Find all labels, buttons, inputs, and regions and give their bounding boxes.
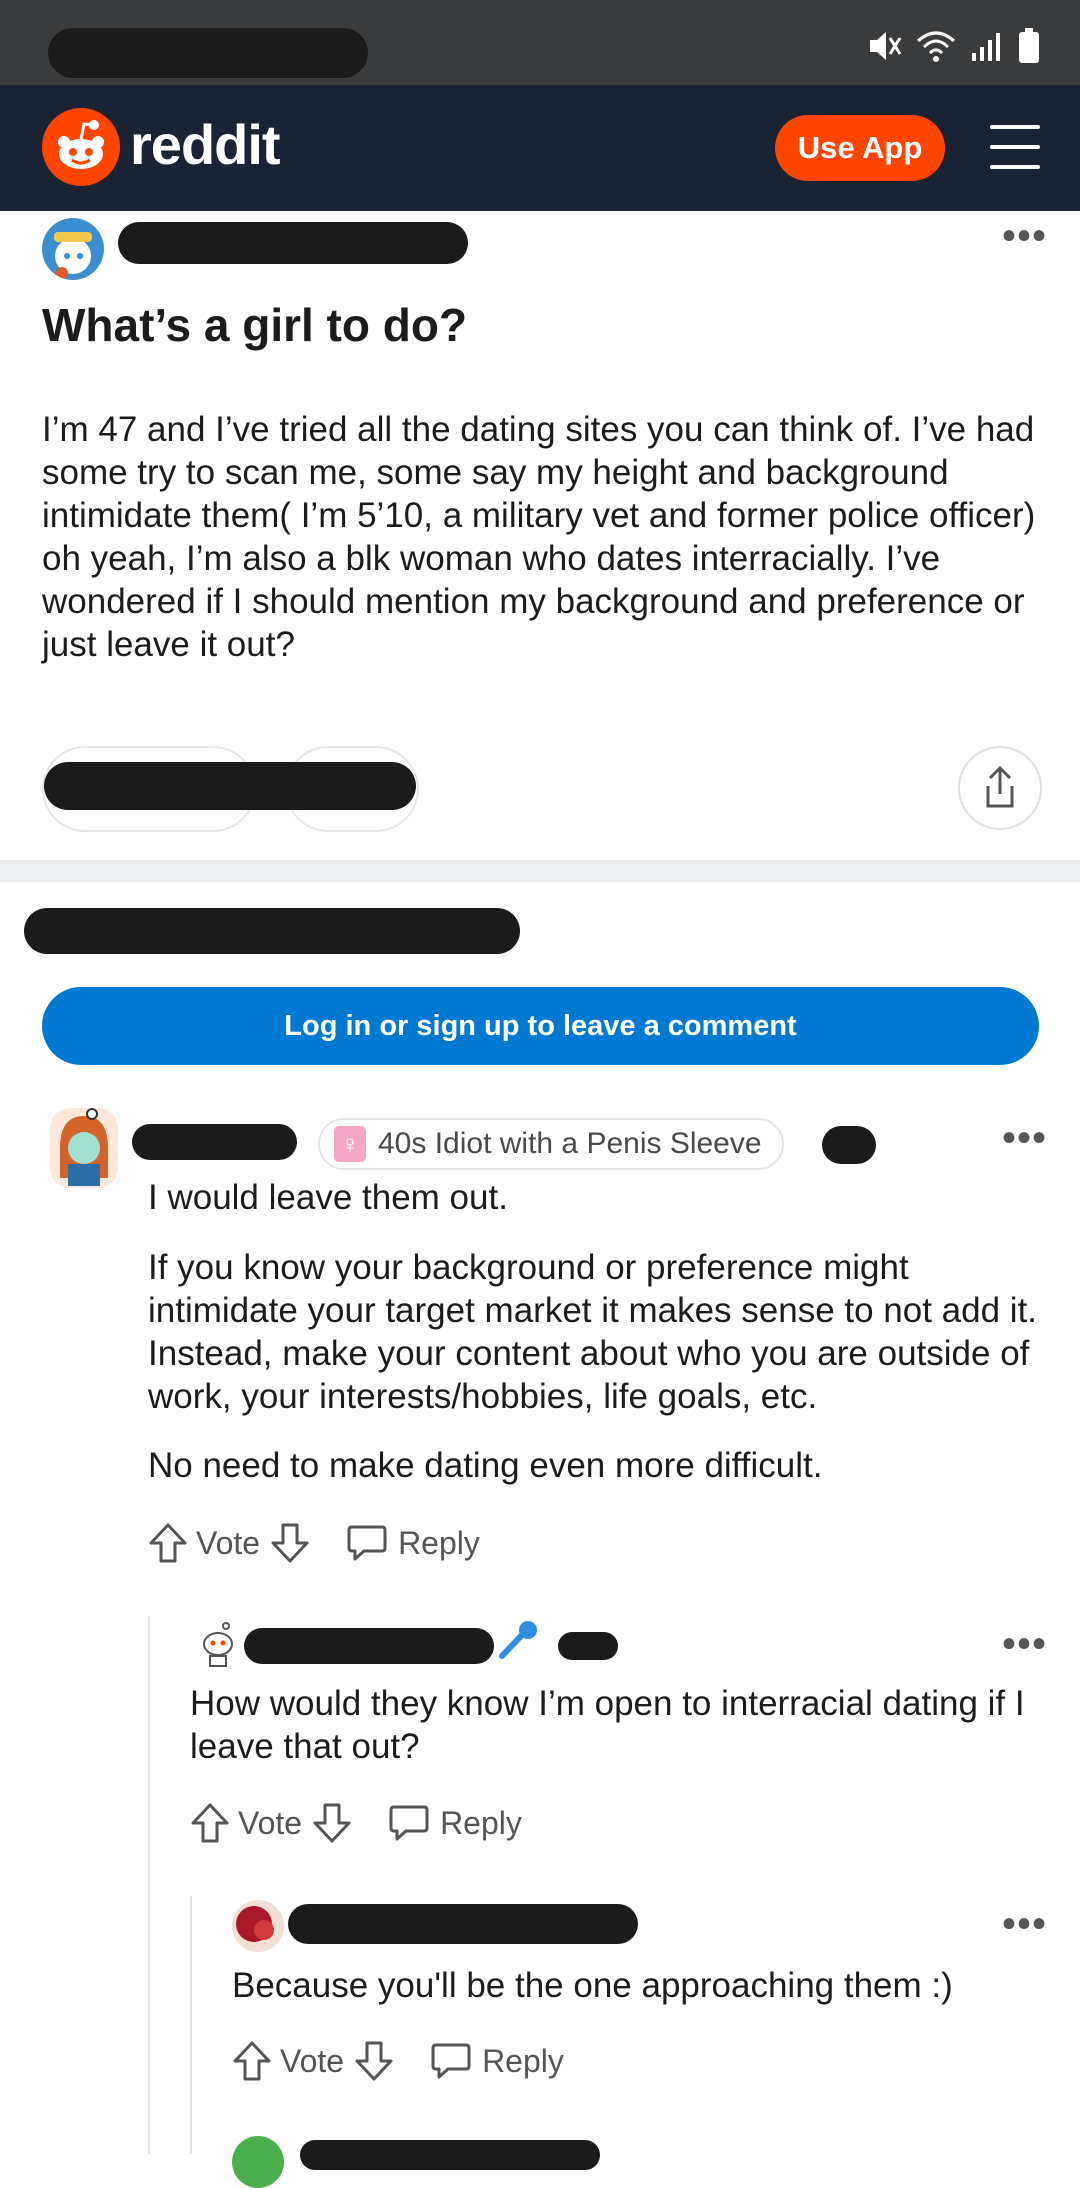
reply-bubble-icon [347,1525,387,1561]
vote-label: Vote [238,1804,303,1841]
comment-text: Because you'll be the one approaching th… [232,1966,953,2005]
reply-label: Reply [440,1804,522,1841]
status-bar [0,0,1080,85]
downvote-icon[interactable] [270,1522,310,1564]
mute-icon [870,32,902,60]
reply-author-avatar[interactable] [196,1618,240,1668]
comment-actions: Vote Reply [148,1522,480,1564]
post-title: What’s a girl to do? [42,299,468,351]
redacted-status-text [48,28,368,78]
thread-line [148,1616,150,2154]
upvote-icon[interactable] [190,1802,230,1844]
downvote-icon[interactable] [354,2040,394,2082]
comment-actions: Vote Reply [190,1802,522,1844]
redacted-username [118,222,468,264]
redacted-reply-username [300,2140,600,2170]
downvote-icon[interactable] [312,1802,352,1844]
comment-text: How would they know I’m open to interrac… [190,1684,1025,1766]
section-divider [0,860,1080,882]
reply-author-avatar[interactable] [232,1900,284,1952]
redacted-comment-username [132,1124,297,1160]
use-app-button[interactable]: Use App [775,115,945,181]
comment-text: No need to make dating even more difficu… [148,1446,823,1485]
microphone-icon [499,1621,537,1659]
battery-icon [1019,28,1039,63]
redacted-sort-bar [24,908,520,954]
reddit-wordmark[interactable]: reddit [130,115,281,175]
comment-actions: Vote Reply [232,2040,564,2082]
post-body: I’m 47 and I’ve tried all the dating sit… [42,410,1036,664]
vote-label: Vote [196,1524,261,1561]
hamburger-menu-icon[interactable] [990,125,1040,171]
post-more-options-icon[interactable]: ••• [1002,216,1047,256]
status-icons [866,28,1040,64]
redacted-reply-username [244,1628,494,1664]
upvote-icon[interactable] [232,2040,272,2082]
reddit-logo-icon[interactable] [42,108,120,186]
thread-line [190,1896,192,2154]
comment-text: I would leave them out. [148,1178,508,1217]
redacted-timestamp [558,1632,618,1660]
reply-bubble-icon [431,2043,471,2079]
reply-label: Reply [482,2042,564,2079]
female-sign-icon: ♀ [334,1126,366,1162]
redacted-post-actions [44,762,416,810]
vote-label: Vote [280,2042,345,2079]
top-navigation-bar: reddit Use App [0,85,1080,211]
reply-bubble-icon [389,1805,429,1841]
wifi-icon [917,31,955,62]
redacted-timestamp [822,1126,876,1164]
comment-author-avatar[interactable] [50,1108,118,1188]
user-flair: ♀ 40s Idiot with a Penis Sleeve [318,1118,784,1170]
user-flair-text: 40s Idiot with a Penis Sleeve [378,1127,762,1160]
comment-text: If you know your background or preferenc… [148,1248,1038,1416]
signal-icon [972,33,1000,61]
comment-more-options-icon[interactable]: ••• [1002,1904,1047,1944]
reply-button[interactable]: Reply [388,1803,522,1843]
comment-more-options-icon[interactable]: ••• [1002,1118,1047,1158]
reply-label: Reply [398,1524,480,1561]
post-author-avatar[interactable] [42,218,104,280]
share-icon[interactable] [958,746,1042,830]
redacted-reply-username [288,1904,638,1944]
reply-author-avatar[interactable] [232,2136,284,2188]
reply-button[interactable]: Reply [346,1523,480,1563]
login-to-comment-button[interactable]: Log in or sign up to leave a comment [42,987,1039,1065]
upvote-icon[interactable] [148,1522,188,1564]
comment-more-options-icon[interactable]: ••• [1002,1624,1047,1664]
reply-button[interactable]: Reply [430,2041,564,2081]
